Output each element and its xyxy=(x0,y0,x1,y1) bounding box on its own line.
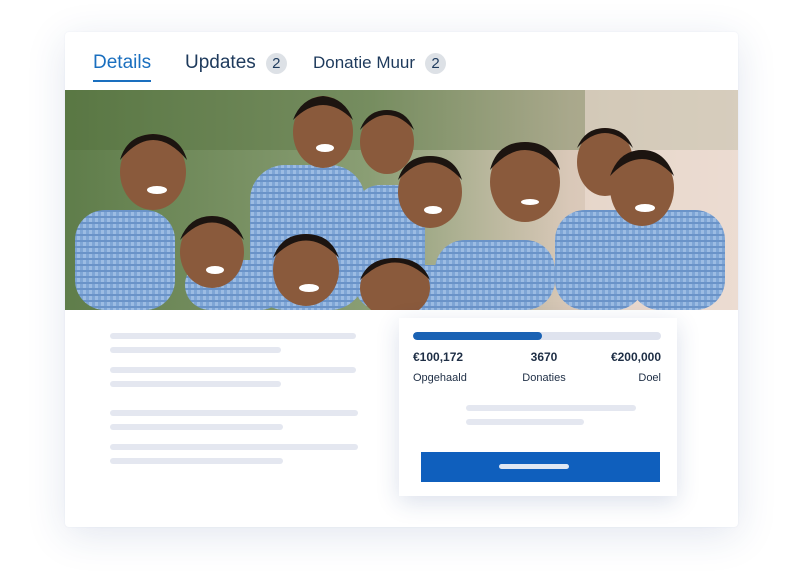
text-placeholder-line xyxy=(110,381,281,387)
text-placeholder-line xyxy=(466,405,636,411)
tab-donation-wall-label: Donatie Muur xyxy=(313,53,416,72)
goal-amount: €200,000 xyxy=(610,350,661,364)
tab-updates[interactable]: Updates 2 xyxy=(185,48,287,78)
donation-wall-count-badge: 2 xyxy=(425,52,447,74)
tab-details[interactable]: Details xyxy=(93,48,152,82)
donation-stats-card: €100,172 Opgehaald 3670 Donaties €200,00… xyxy=(399,318,677,496)
fundraising-progress-fill xyxy=(413,332,542,340)
tab-donation-wall[interactable]: Donatie Muur 2 xyxy=(313,48,447,78)
donate-button-label-placeholder xyxy=(499,464,569,469)
stat-raised: €100,172 Opgehaald xyxy=(413,350,467,384)
hero-photo xyxy=(65,90,738,310)
stat-donations: 3670 Donaties xyxy=(509,350,579,384)
tab-updates-label: Updates xyxy=(185,52,256,73)
content-area: €100,172 Opgehaald 3670 Donaties €200,00… xyxy=(65,310,738,527)
campaign-card: Details Updates 2 Donatie Muur 2 €100,17… xyxy=(65,32,738,527)
text-placeholder-line xyxy=(110,458,283,464)
text-placeholder-line xyxy=(110,424,283,430)
text-placeholder-line xyxy=(110,333,356,339)
donations-count: 3670 xyxy=(530,350,558,364)
goal-label: Doel xyxy=(638,372,661,384)
tab-bar: Details Updates 2 Donatie Muur 2 xyxy=(65,32,738,90)
raised-label: Opgehaald xyxy=(413,372,467,384)
hero-photo-illustration xyxy=(65,90,738,310)
stat-goal: €200,000 Doel xyxy=(611,350,661,384)
fundraising-progress-bar xyxy=(413,332,661,340)
text-placeholder-line xyxy=(110,410,358,416)
text-placeholder-line xyxy=(110,347,281,353)
text-placeholder-line xyxy=(110,367,356,373)
donate-button[interactable] xyxy=(421,452,660,482)
updates-count-badge: 2 xyxy=(265,52,287,74)
raised-amount: €100,172 xyxy=(413,350,464,364)
text-placeholder-line xyxy=(466,419,584,425)
donations-label: Donaties xyxy=(522,372,566,384)
text-placeholder-line xyxy=(110,444,358,450)
tab-details-label: Details xyxy=(93,52,152,73)
